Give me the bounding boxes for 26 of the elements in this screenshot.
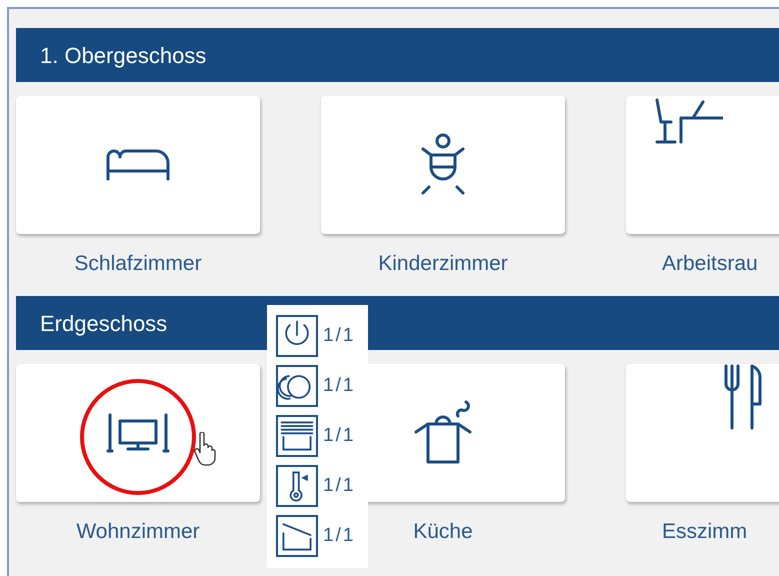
child-icon	[419, 133, 467, 197]
room-tile[interactable]	[16, 364, 260, 502]
section-header: 1. Obergeschoss	[16, 28, 779, 82]
blind-icon[interactable]	[276, 415, 318, 457]
room-label: Kinderzimmer	[378, 251, 508, 277]
tv-speakers-icon	[106, 413, 170, 453]
room-label: Wohnzimmer	[76, 519, 200, 545]
room-label: Arbeitsrau	[662, 251, 758, 277]
thermo-icon[interactable]	[276, 465, 318, 507]
device-count: 1/1	[323, 524, 356, 548]
desk-chair-icon	[653, 96, 723, 146]
device-count: 1/1	[323, 374, 356, 398]
device-count: 1/1	[323, 474, 356, 498]
hand-cursor-icon	[194, 432, 216, 466]
room-tile[interactable]	[321, 96, 565, 234]
dial-icon[interactable]	[276, 365, 318, 407]
device-count: 1/1	[323, 424, 356, 448]
room-label: Schlafzimmer	[74, 251, 202, 277]
room-tile[interactable]	[16, 96, 260, 234]
window-icon[interactable]	[276, 515, 318, 557]
room-label: Esszimm	[662, 519, 748, 545]
device-count: 1/1	[323, 324, 356, 348]
room-label: Küche	[413, 519, 473, 545]
bed-icon	[105, 149, 171, 181]
power-icon[interactable]	[276, 315, 318, 357]
cooking-pot-icon	[414, 400, 472, 466]
